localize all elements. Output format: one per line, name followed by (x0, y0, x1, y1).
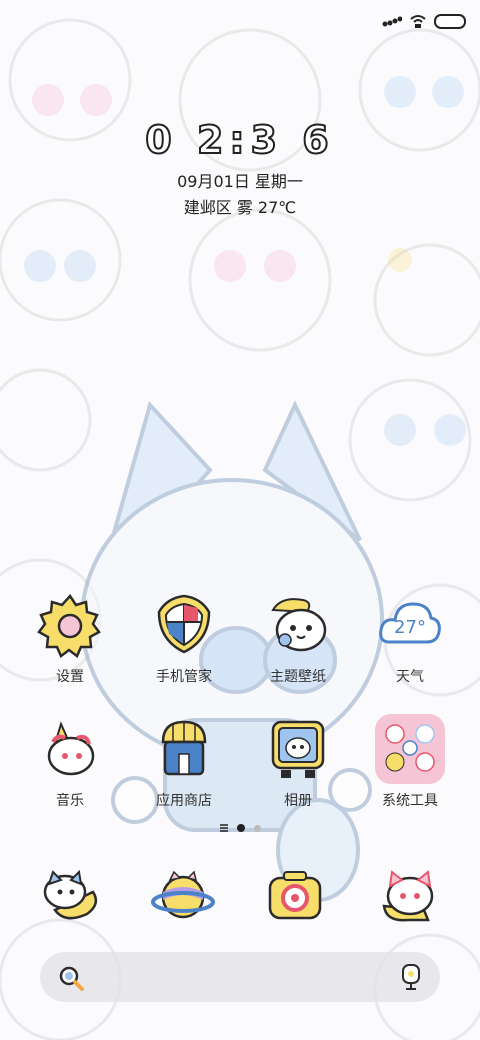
date-label: 09月01日 星期一 (177, 172, 303, 191)
app-themes[interactable]: 主题壁纸 (248, 590, 348, 686)
camera-icon[interactable] (260, 862, 330, 932)
music-icon (47, 721, 95, 776)
app-label: 天气 (396, 669, 424, 685)
app-label: 音乐 (56, 793, 84, 809)
phone-cat-icon[interactable] (35, 862, 105, 932)
app-settings[interactable]: 设置 (20, 590, 120, 686)
app-weather[interactable]: 27° 天气 (360, 590, 460, 686)
settings-gear-icon (37, 593, 101, 658)
status-bar (382, 10, 466, 32)
page-indicator[interactable] (0, 824, 480, 832)
folder-icon (375, 714, 445, 784)
app-label: 设置 (56, 669, 84, 685)
app-label: 相册 (284, 793, 312, 809)
messages-cat-icon[interactable] (374, 862, 444, 932)
app-gallery[interactable]: 相册 (248, 714, 348, 810)
signal-icon (382, 16, 402, 27)
app-store-icon (161, 720, 207, 776)
search-bar[interactable] (40, 952, 440, 1002)
page-dot (253, 824, 261, 832)
search-icon[interactable] (58, 965, 84, 991)
planet-icon[interactable] (148, 862, 218, 932)
lockscreen-clock: 0 2:3 6 (144, 117, 335, 163)
battery-icon (434, 13, 466, 29)
menu-icon (219, 824, 228, 832)
app-label: 手机管家 (156, 669, 212, 685)
voice-assistant-icon[interactable] (400, 963, 422, 991)
weather-cloud-icon: 27° (379, 602, 441, 644)
app-music[interactable]: 音乐 (20, 714, 120, 810)
app-label: 主题壁纸 (270, 669, 326, 685)
theme-cat-icon (271, 598, 327, 652)
app-security[interactable]: 手机管家 (134, 590, 234, 686)
wifi-icon (410, 15, 426, 28)
gallery-icon (271, 720, 325, 778)
app-label: 系统工具 (382, 793, 438, 809)
page-dot-current (236, 824, 245, 832)
app-store[interactable]: 应用商店 (134, 714, 234, 810)
app-label: 应用商店 (156, 793, 212, 809)
weather-summary: 建邺区 雾 27℃ (183, 198, 297, 217)
shield-icon (157, 594, 211, 654)
app-system-tools-folder[interactable]: 系统工具 (360, 714, 460, 810)
weather-badge-text: 27° (394, 617, 426, 638)
